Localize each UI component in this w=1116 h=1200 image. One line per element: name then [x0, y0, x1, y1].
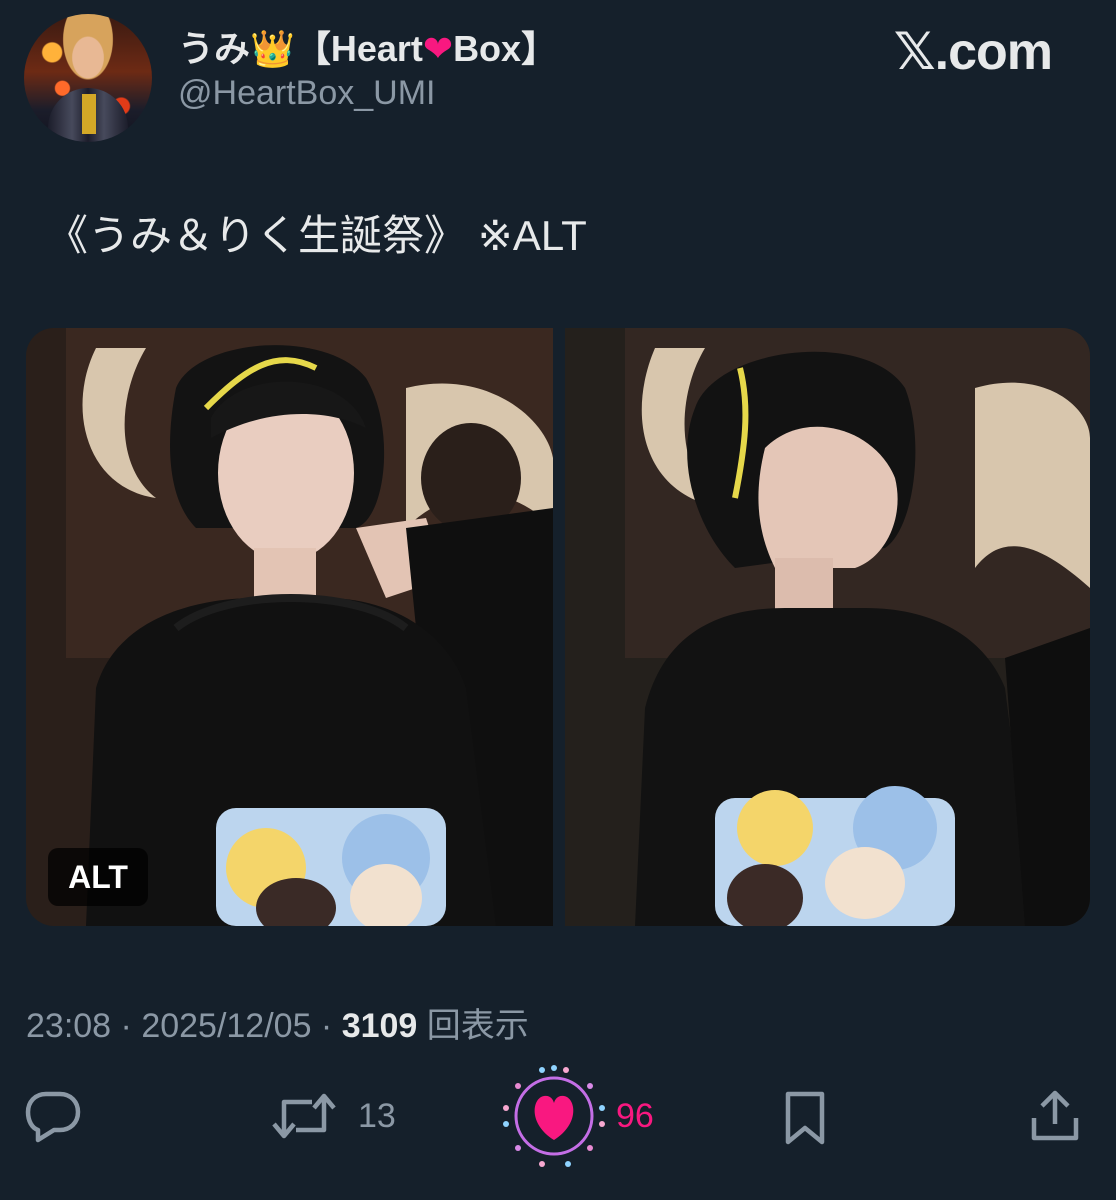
author-display-name[interactable]: うみ👑【Heart❤Box】: [178, 20, 557, 72]
avatar-costume-accent: [82, 94, 96, 134]
meta-separator: ·: [311, 1007, 342, 1045]
tweet-date[interactable]: 2025/12/05: [141, 1007, 311, 1045]
share-icon: [1031, 1090, 1079, 1141]
heart-filled-icon: [503, 1065, 605, 1167]
like-burst-effect: [498, 1060, 610, 1172]
avatar[interactable]: [24, 14, 152, 142]
alt-badge[interactable]: ALT: [48, 848, 148, 906]
name-prefix: うみ: [178, 28, 251, 69]
meta-separator: ·: [111, 1007, 142, 1045]
tweet-time[interactable]: 23:08: [26, 1007, 111, 1045]
name-suffix: Box】: [453, 28, 558, 69]
reply-button[interactable]: [24, 1088, 82, 1144]
action-bar: 13 96: [0, 1060, 1116, 1172]
like-button[interactable]: 96: [498, 1060, 654, 1172]
photo-front-pose[interactable]: [26, 328, 553, 926]
author-handle[interactable]: @HeartBox_UMI: [178, 74, 435, 113]
reply-icon: [25, 1091, 81, 1143]
view-count: 3109: [341, 1007, 418, 1045]
bookmark-icon: [785, 1091, 825, 1145]
like-count: 96: [616, 1096, 654, 1135]
retweet-count: 13: [358, 1096, 396, 1135]
tweet-meta: 23:08 · 2025/12/05 · 3109 回表示: [26, 998, 529, 1047]
media-grid: ALT: [26, 328, 1090, 926]
photo-side-pose[interactable]: [565, 328, 1090, 926]
tweet-text: 《うみ＆りく生誕祭》 ※ALT: [46, 212, 587, 259]
share-button[interactable]: [1030, 1090, 1080, 1142]
name-mid: 【Heart: [294, 28, 423, 69]
heart-emoji-icon: ❤: [422, 28, 454, 69]
crown-emoji-icon: 👑: [250, 28, 295, 69]
tweet-header: うみ👑【Heart❤Box】 @HeartBox_UMI 𝕏.com: [24, 14, 1092, 142]
retweet-icon: [272, 1093, 336, 1139]
retweet-button[interactable]: 13: [272, 1090, 396, 1142]
view-count-label: 回表示: [417, 1007, 529, 1045]
x-logo: 𝕏.com: [893, 23, 1053, 81]
bookmark-button[interactable]: [784, 1090, 826, 1146]
